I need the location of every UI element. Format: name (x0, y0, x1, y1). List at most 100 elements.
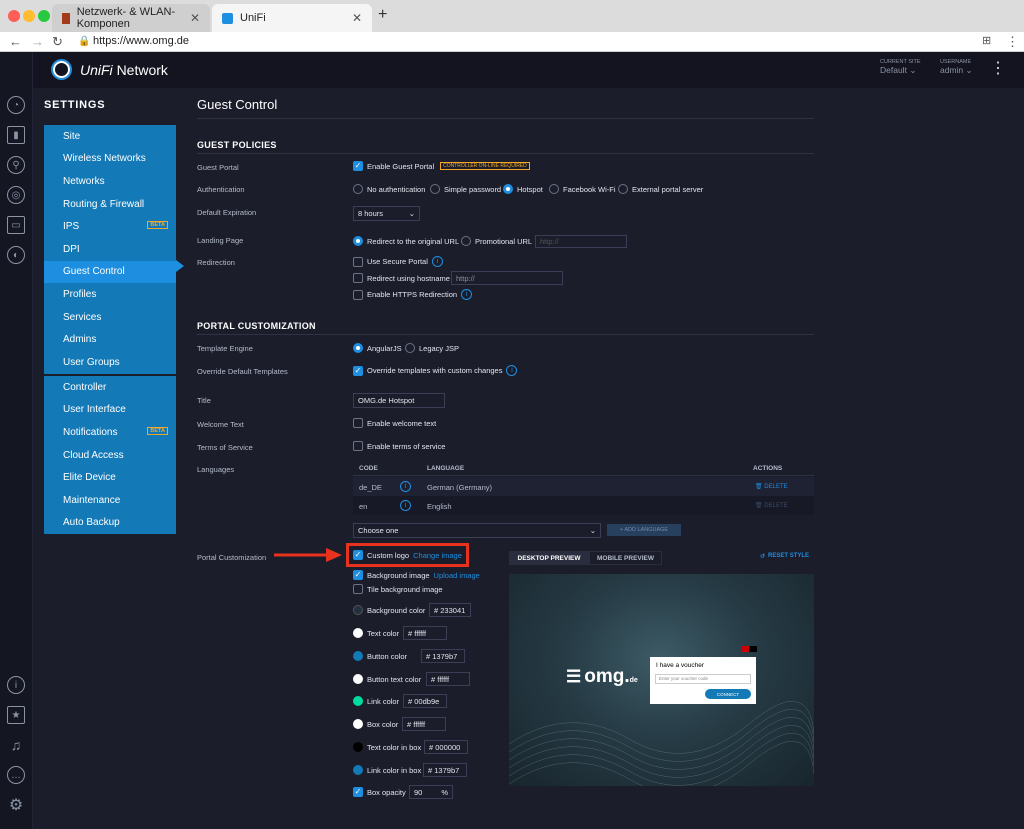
default-expiration-label: Default Expiration (197, 208, 257, 217)
reset-style-button[interactable]: ↺ RESET STYLE (760, 553, 809, 560)
https-redirection-checkbox[interactable]: Enable HTTPS Redirection i (353, 289, 473, 300)
title-input[interactable]: OMG.de Hotspot (353, 393, 445, 408)
terms-of-service-checkbox[interactable]: Enable terms of service (353, 441, 445, 451)
promotional-url-input[interactable]: http:// (535, 235, 627, 248)
chat-icon[interactable]: … (7, 766, 25, 784)
override-templates-checkbox[interactable]: ✓ Override templates with custom changes i (353, 365, 518, 376)
add-language-button[interactable]: + ADD LANGUAGE (607, 524, 681, 536)
menu-item-networks[interactable]: Networks (44, 170, 176, 193)
translate-icon[interactable]: ⊞ (982, 34, 991, 47)
link-color-input[interactable]: # 00db9e (403, 694, 447, 708)
box-opacity-input[interactable]: 90% (409, 785, 453, 799)
expiration-select[interactable]: 8 hours ⌄ (353, 206, 420, 221)
engine-legacy-jsp-radio[interactable]: Legacy JSP (405, 343, 459, 353)
info-icon[interactable]: i (400, 500, 411, 511)
menu-item-admins[interactable]: Admins (44, 328, 176, 351)
language-name: English (427, 502, 452, 511)
flag-icon[interactable] (741, 646, 757, 652)
auth-simple-password-radio[interactable]: Simple password (430, 184, 501, 194)
info-icon[interactable]: i (7, 676, 25, 694)
box-color-input[interactable]: # ffffff (402, 717, 446, 731)
text-color-in-box-input[interactable]: # 000000 (424, 740, 468, 754)
browser-tab-unifi[interactable]: UniFi ✕ (212, 4, 372, 32)
welcome-text-checkbox[interactable]: Enable welcome text (353, 418, 436, 428)
redirect-hostname-checkbox[interactable]: Redirect using hostname (353, 273, 450, 283)
auth-facebook-wifi-radio[interactable]: Facebook Wi-Fi (549, 184, 616, 194)
auth-hotspot-radio[interactable]: Hotspot (503, 184, 543, 194)
tab-mobile-preview[interactable]: MOBILE PREVIEW (589, 551, 662, 565)
info-icon[interactable]: i (431, 256, 443, 267)
menu-item-controller[interactable]: Controller (44, 376, 176, 399)
auth-no-authentication-radio[interactable]: No authentication (353, 184, 425, 194)
menu-item-profiles[interactable]: Profiles (44, 283, 176, 306)
tile-background-checkbox[interactable]: Tile background image (353, 584, 443, 594)
user-selector[interactable]: USERNAME admin ⌄ (940, 59, 973, 76)
menu-item-ips[interactable]: IPS BETA (44, 215, 176, 238)
delete-language-button[interactable]: 🗑 DELETE (755, 483, 788, 490)
menu-item-routing-firewall[interactable]: Routing & Firewall (44, 193, 176, 216)
menu-item-wireless-networks[interactable]: Wireless Networks (44, 148, 176, 171)
new-tab-icon[interactable]: + (378, 6, 387, 24)
upload-image-link[interactable]: Upload image (434, 571, 480, 580)
more-menu-icon[interactable]: ⋮ (990, 58, 1006, 78)
hostname-input[interactable]: http:// (451, 271, 563, 285)
background-color-input[interactable]: # 233041 (429, 603, 471, 617)
secure-portal-checkbox[interactable]: Use Secure Portal i (353, 256, 443, 267)
engine-angularjs-radio[interactable]: AngularJS (353, 343, 402, 353)
authentication-label: Authentication (197, 185, 245, 194)
statistics-icon[interactable]: ▮ (7, 126, 25, 144)
link-color-in-box-input[interactable]: # 1379b7 (423, 763, 467, 777)
site-selector[interactable]: CURRENT SITE Default ⌄ (880, 59, 921, 76)
menu-item-notifications[interactable]: Notifications BETA (44, 421, 176, 444)
map-icon[interactable]: ⚲ (7, 156, 25, 174)
enable-guest-portal-checkbox[interactable]: ✓ Enable Guest Portal CONTROLLER ON-LINE R… (353, 161, 530, 171)
change-image-link[interactable]: Change image (413, 551, 462, 560)
alerts-icon[interactable]: ♫ (7, 736, 25, 754)
info-icon[interactable]: i (400, 481, 411, 492)
browser-menu-icon[interactable]: ⋮ (1006, 34, 1019, 50)
delete-language-button[interactable]: 🗑 DELETE (755, 502, 788, 509)
auth-external-portal-radio[interactable]: External portal server (618, 184, 703, 194)
text-color-input[interactable]: # ffffff (403, 626, 447, 640)
menu-item-auto-backup[interactable]: Auto Backup (44, 512, 176, 535)
devices-icon[interactable]: ◎ (7, 186, 25, 204)
insights-icon[interactable]: ◐ (7, 246, 25, 264)
close-window-button[interactable] (8, 10, 20, 22)
close-tab-icon[interactable]: ✕ (190, 11, 200, 25)
menu-item-services[interactable]: Services (44, 306, 176, 329)
menu-item-dpi[interactable]: DPI (44, 238, 176, 261)
minimize-window-button[interactable] (23, 10, 35, 22)
landing-original-radio[interactable]: Redirect to the original URL (353, 236, 459, 246)
choose-language-select[interactable]: Choose one ⌄ (353, 523, 601, 538)
menu-item-maintenance[interactable]: Maintenance (44, 489, 176, 512)
tab-desktop-preview[interactable]: DESKTOP PREVIEW (509, 551, 589, 565)
background-image-checkbox[interactable]: ✓ Background image Upload image (353, 570, 480, 580)
menu-item-site[interactable]: Site (44, 125, 176, 148)
menu-item-elite-device[interactable]: Elite Device (44, 466, 176, 489)
menu-item-cloud-access[interactable]: Cloud Access (44, 444, 176, 467)
info-icon[interactable]: i (506, 365, 518, 376)
landing-promotional-radio[interactable]: Promotional URL (461, 236, 532, 246)
menu-item-user-groups[interactable]: User Groups (44, 351, 176, 374)
button-color-input[interactable]: # 1379b7 (421, 649, 465, 663)
browser-tab-netzwerk[interactable]: Netzwerk- & WLAN-Komponen ✕ (52, 4, 210, 32)
chevron-down-icon: ⌄ (965, 65, 973, 75)
back-icon[interactable]: ← (9, 34, 22, 49)
info-icon[interactable]: i (461, 289, 473, 300)
close-tab-icon[interactable]: ✕ (352, 11, 362, 25)
events-icon[interactable]: ★ (7, 706, 25, 724)
connect-button[interactable]: CONNECT (705, 689, 751, 699)
url-field[interactable]: https://www.omg.de (93, 35, 189, 47)
custom-logo-checkbox[interactable]: ✓ Custom logo Change image (353, 550, 462, 560)
box-opacity-checkbox[interactable]: ✓ Box opacity (353, 787, 406, 797)
menu-item-user-interface[interactable]: User Interface (44, 399, 176, 422)
clients-icon[interactable]: ▭ (7, 216, 25, 234)
button-text-color-input[interactable]: # ffffff (426, 672, 470, 686)
dashboard-icon[interactable]: ◔ (7, 96, 25, 114)
settings-gear-icon[interactable]: ⚙ (7, 796, 25, 814)
menu-item-guest-control[interactable]: Guest Control (44, 260, 176, 284)
forward-icon[interactable]: → (31, 34, 44, 49)
voucher-input[interactable]: Enter your voucher code (655, 674, 751, 684)
maximize-window-button[interactable] (38, 10, 50, 22)
reload-icon[interactable]: ↻ (52, 34, 63, 50)
